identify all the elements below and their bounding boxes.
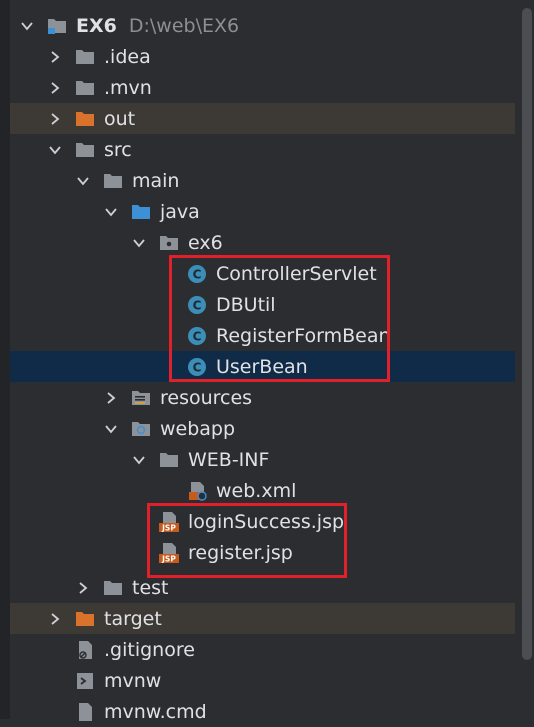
folder-icon bbox=[74, 46, 96, 68]
tree-row-src[interactable]: src bbox=[10, 134, 515, 165]
tree-row-resources[interactable]: resources bbox=[10, 382, 515, 413]
chevron-down-icon[interactable] bbox=[130, 451, 148, 469]
tree-item-label: src bbox=[104, 138, 132, 161]
xml-file-icon bbox=[186, 480, 208, 502]
project-label: EX6 D:\web\EX6 bbox=[76, 15, 239, 37]
tree-item-label: web.xml bbox=[216, 479, 297, 502]
chevron-down-icon[interactable] bbox=[46, 141, 64, 159]
highlight-box-java-classes bbox=[169, 255, 390, 382]
tree-item-label: mvnw bbox=[104, 669, 162, 692]
text-file-icon bbox=[74, 701, 96, 723]
tree-item-label: out bbox=[104, 107, 136, 130]
tree-row-main[interactable]: main bbox=[10, 165, 515, 196]
tree-item-label: java bbox=[160, 200, 200, 223]
tree-item-label: webapp bbox=[160, 417, 236, 440]
folder-icon bbox=[158, 449, 180, 471]
tree-item-label: target bbox=[104, 607, 162, 630]
chevron-right-icon[interactable] bbox=[46, 48, 64, 66]
chevron-right-icon[interactable] bbox=[46, 110, 64, 128]
tree-row-idea[interactable]: .idea bbox=[10, 41, 515, 72]
excluded-folder-icon bbox=[74, 108, 96, 130]
tree-item-label: .gitignore bbox=[104, 638, 195, 661]
chevron-down-icon[interactable] bbox=[18, 17, 36, 35]
resources-folder-icon bbox=[130, 387, 152, 409]
chevron-down-icon[interactable] bbox=[102, 203, 120, 221]
tree-row-mvnw[interactable]: mvnw bbox=[10, 665, 515, 696]
chevron-right-icon[interactable] bbox=[102, 389, 120, 407]
chevron-right-icon[interactable] bbox=[46, 79, 64, 97]
chevron-down-icon[interactable] bbox=[102, 420, 120, 438]
excluded-folder-icon bbox=[74, 608, 96, 630]
tree-item-label: ex6 bbox=[188, 231, 223, 254]
tree-row-mvnw-cmd[interactable]: mvnw.cmd bbox=[10, 696, 515, 727]
tree-item-label: main bbox=[132, 169, 180, 192]
project-path: D:\web\EX6 bbox=[128, 14, 240, 37]
tree-row-mvn[interactable]: .mvn bbox=[10, 72, 515, 103]
vertical-scrollbar[interactable] bbox=[522, 8, 532, 660]
package-icon bbox=[158, 232, 180, 254]
tree-row-target[interactable]: target bbox=[10, 603, 515, 634]
left-gutter bbox=[0, 0, 10, 719]
tree-item-label: .mvn bbox=[104, 76, 152, 99]
ignore-file-icon bbox=[74, 639, 96, 661]
chevron-right-icon[interactable] bbox=[74, 579, 92, 597]
project-name: EX6 bbox=[76, 14, 117, 37]
tree-item-label: mvnw.cmd bbox=[104, 700, 207, 723]
tree-item-label: .idea bbox=[104, 45, 151, 68]
tree-row-ex6[interactable]: ex6 bbox=[10, 227, 515, 258]
tree-row-out[interactable]: out bbox=[10, 103, 515, 134]
tree-item-label: resources bbox=[160, 386, 253, 409]
folder-icon bbox=[74, 139, 96, 161]
chevron-right-icon[interactable] bbox=[46, 610, 64, 628]
tree-item-label: test bbox=[132, 576, 169, 599]
script-file-icon bbox=[74, 670, 96, 692]
web-folder-icon bbox=[130, 418, 152, 440]
folder-icon bbox=[102, 577, 124, 599]
highlight-box-jsp-files bbox=[147, 503, 347, 578]
tree-row-java[interactable]: java bbox=[10, 196, 515, 227]
tree-row-project-root[interactable]: EX6 D:\web\EX6 bbox=[10, 10, 515, 41]
chevron-down-icon[interactable] bbox=[130, 234, 148, 252]
tree-item-label: WEB-INF bbox=[188, 448, 270, 471]
project-folder-icon bbox=[46, 15, 68, 37]
folder-icon bbox=[74, 77, 96, 99]
tree-row-web-inf[interactable]: WEB-INF bbox=[10, 444, 515, 475]
chevron-down-icon[interactable] bbox=[74, 172, 92, 190]
tree-row-gitignore[interactable]: .gitignore bbox=[10, 634, 515, 665]
tree-row-webapp[interactable]: webapp bbox=[10, 413, 515, 444]
source-folder-icon bbox=[130, 201, 152, 223]
folder-icon bbox=[102, 170, 124, 192]
tree-row-web-xml[interactable]: web.xml bbox=[10, 475, 515, 506]
